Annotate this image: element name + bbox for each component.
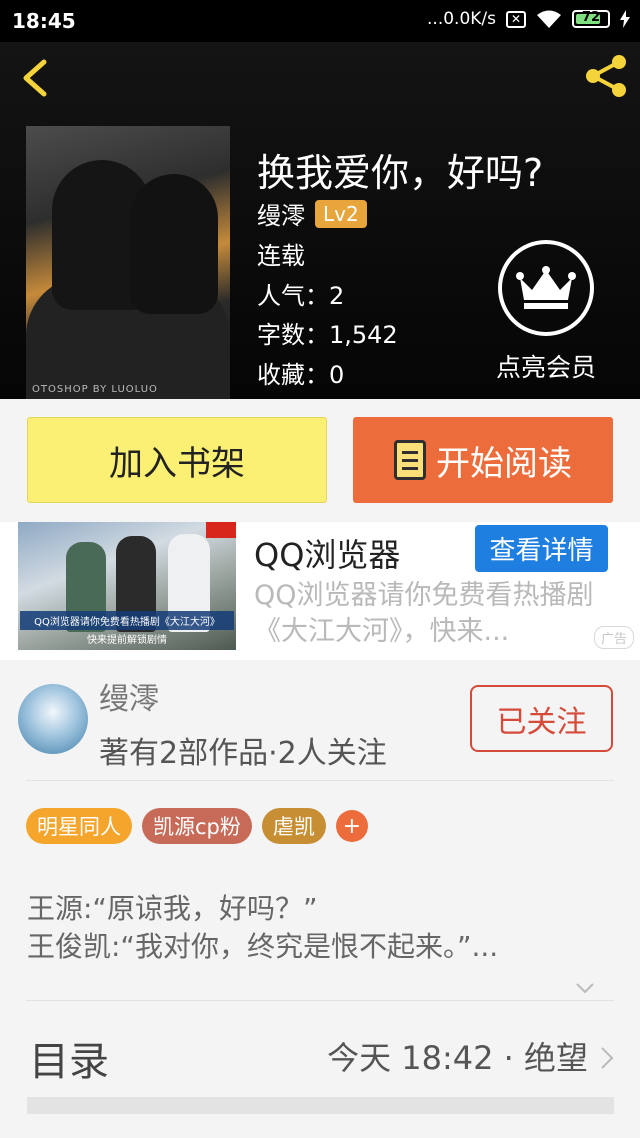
book-popularity: 人气：2 bbox=[257, 282, 345, 310]
tag-item[interactable]: 虐凯 bbox=[261, 808, 326, 844]
table-of-contents-row[interactable]: 目录 今天 18:42 · 绝望 bbox=[27, 1025, 614, 1105]
chevron-right-icon bbox=[601, 1047, 614, 1069]
bottom-placeholder bbox=[27, 1097, 614, 1114]
ad-description: QQ浏览器请你免费看热播剧《大江大河》，快来... bbox=[254, 580, 594, 647]
start-reading-label: 开始阅读 bbox=[436, 443, 572, 484]
status-time: 18:45 bbox=[12, 9, 76, 33]
ad-image-caption: QQ浏览器请你免费看热播剧《大江大河》 bbox=[20, 611, 234, 630]
latest-chapter: 今天 18:42 · 绝望 bbox=[327, 1039, 588, 1077]
start-reading-button[interactable]: 开始阅读 bbox=[353, 417, 613, 503]
tag-item[interactable]: 凯源cp粉 bbox=[142, 808, 252, 844]
ad-banner[interactable]: QQ浏览器请你免费看热播剧《大江大河》 快来提前解锁剧情 QQ浏览器 查看详情 … bbox=[0, 522, 640, 660]
book-header: OTOSHOP BY LUOLUO 换我爱你，好吗? 缦澪 Lv2 连载 人气：… bbox=[0, 42, 640, 399]
follow-button[interactable]: 已关注 bbox=[470, 685, 613, 752]
level-badge: Lv2 bbox=[315, 199, 367, 228]
book-status: 连载 bbox=[257, 242, 305, 270]
intro-line: 王源:“原谅我，好吗？” bbox=[27, 892, 318, 925]
book-author-row: 缦澪 Lv2 bbox=[257, 196, 367, 231]
no-sim-icon: ✕ bbox=[506, 10, 526, 28]
crown-icon bbox=[498, 240, 594, 336]
add-tag-icon[interactable]: + bbox=[335, 810, 368, 842]
divider bbox=[26, 780, 614, 781]
vip-button[interactable]: 点亮会员 bbox=[487, 240, 605, 384]
tag-list: 明星同人 凯源cp粉 虐凯 + bbox=[26, 808, 368, 844]
cover-watermark: OTOSHOP BY LUOLUO bbox=[32, 384, 158, 395]
ad-details-button[interactable]: 查看详情 bbox=[475, 525, 608, 572]
battery-icon: 72 bbox=[572, 10, 610, 28]
ad-image[interactable]: QQ浏览器请你免费看热播剧《大江大河》 快来提前解锁剧情 bbox=[18, 522, 236, 650]
book-word-count: 字数：1,542 bbox=[257, 321, 398, 349]
status-bar: 18:45 ...0.0K/s ✕ 72 bbox=[0, 0, 640, 42]
intro-line: 王俊凯:“我对你，终究是恨不起来。”... bbox=[27, 930, 499, 963]
divider bbox=[26, 1000, 614, 1001]
book-favorites: 收藏：0 bbox=[257, 361, 345, 389]
book-title: 换我爱你，好吗? bbox=[257, 151, 544, 195]
wifi-icon bbox=[537, 10, 561, 28]
book-icon bbox=[394, 440, 426, 480]
action-bar: 加入书架 开始阅读 bbox=[0, 399, 640, 522]
status-icons: ...0.0K/s ✕ 72 bbox=[427, 9, 630, 29]
author-name[interactable]: 缦澪 bbox=[99, 674, 159, 718]
toc-label: 目录 bbox=[29, 1039, 109, 1085]
book-author[interactable]: 缦澪 bbox=[257, 196, 305, 231]
ad-title: QQ浏览器 bbox=[254, 536, 401, 574]
network-speed: ...0.0K/s bbox=[427, 9, 496, 29]
chevron-down-icon[interactable] bbox=[575, 982, 595, 994]
author-stats: 著有2部作品·2人关注 bbox=[99, 736, 387, 771]
book-intro[interactable]: 王源:“原谅我，好吗？” 王俊凯:“我对你，终究是恨不起来。”... bbox=[27, 890, 498, 966]
battery-percent: 72 bbox=[581, 10, 601, 25]
add-to-shelf-button[interactable]: 加入书架 bbox=[27, 417, 327, 503]
avatar[interactable] bbox=[18, 684, 88, 754]
charging-icon bbox=[620, 10, 630, 28]
vip-label: 点亮会员 bbox=[495, 353, 596, 382]
share-icon[interactable] bbox=[582, 52, 630, 100]
book-cover[interactable]: OTOSHOP BY LUOLUO bbox=[26, 126, 230, 399]
tag-item[interactable]: 明星同人 bbox=[26, 808, 132, 844]
back-icon[interactable] bbox=[18, 58, 52, 98]
author-section: 缦澪 著有2部作品·2人关注 已关注 明星同人 凯源cp粉 虐凯 + 王源:“原… bbox=[0, 660, 640, 1138]
ad-mark: 广告 bbox=[593, 626, 634, 649]
ad-image-caption-2: 快来提前解锁剧情 bbox=[87, 635, 167, 646]
